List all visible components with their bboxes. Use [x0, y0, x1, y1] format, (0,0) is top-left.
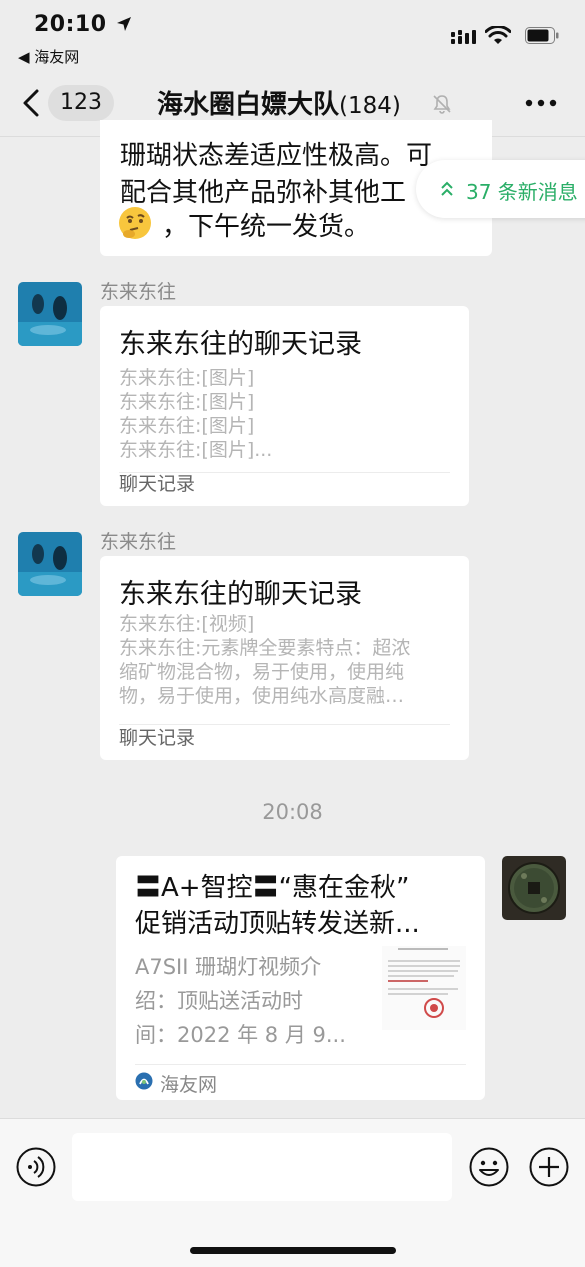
voice-input-icon[interactable] [16, 1147, 56, 1187]
status-time: 20:10 [34, 12, 133, 37]
chat-record-line: 东来东往:[图片] [119, 391, 255, 413]
status-bar: 20:10 ◀ 海友网 [0, 0, 585, 70]
chat-record-title: 东来东往的聊天记录 [119, 579, 362, 610]
double-chevron-up-icon [441, 181, 453, 196]
link-card-description: A7SII 珊瑚灯视频介 [135, 955, 322, 979]
chat-record-line: 东来东往:[图片] [119, 415, 255, 437]
chat-record-line: 物，易于使用，使用纯水高度融… [119, 685, 405, 707]
thinking-face-emoji-icon [118, 206, 152, 240]
message-composer [0, 1118, 585, 1267]
more-options-icon[interactable] [525, 98, 557, 108]
avatar[interactable] [18, 282, 82, 346]
chat-record-footer: 聊天记录 [119, 727, 196, 749]
link-card[interactable]: 〓A+智控〓“惠在金秋” 促销活动顶贴转发送新... A7SII 珊瑚灯视频介 … [116, 856, 485, 1100]
chat-record-line: 东来东往:[视频] [119, 613, 255, 635]
new-messages-label: 37 条新消息 [466, 180, 578, 204]
back-chevron-icon[interactable] [20, 88, 42, 118]
message-text-line: ，下午统一发货。 [162, 212, 371, 242]
chat-record-line: 东来东往:[图片]... [119, 439, 273, 461]
mute-bell-icon [433, 95, 451, 114]
source-logo-icon [135, 1072, 153, 1090]
divider [135, 1064, 466, 1065]
chat-record-title: 东来东往的聊天记录 [119, 329, 362, 360]
wifi-icon [485, 26, 511, 44]
chat-record-card[interactable]: 东来东往的聊天记录 东来东往:[视频] 东来东往:元素牌全要素特点：超浓 缩矿物… [100, 556, 469, 760]
chat-record-card[interactable]: 东来东往的聊天记录 东来东往:[图片] 东来东往:[图片] 东来东往:[图片] … [100, 306, 469, 506]
chat-record-footer: 聊天记录 [119, 473, 196, 495]
chat-record-line: 东来东往:[图片] [119, 367, 255, 389]
chat-record-line: 东来东往:元素牌全要素特点：超浓 [119, 637, 411, 659]
link-card-title: 促销活动顶贴转发送新... [135, 909, 420, 939]
chat-title: 海水圈白嫖大队(184) [157, 90, 401, 120]
sender-name: 东来东往 [100, 531, 177, 553]
sender-name: 东来东往 [100, 281, 177, 303]
avatar[interactable] [18, 532, 82, 596]
battery-icon [525, 27, 559, 44]
message-input[interactable] [72, 1133, 452, 1201]
link-card-description: 绍：顶贴送活动时 [135, 989, 303, 1013]
home-indicator [190, 1247, 396, 1254]
my-avatar[interactable] [502, 856, 566, 920]
link-card-description: 间：2022 年 8 月 9... [135, 1023, 346, 1047]
add-more-icon[interactable] [529, 1147, 569, 1187]
unread-count-badge[interactable]: 123 [48, 85, 114, 121]
chat-record-line: 缩矿物混合物，易于使用，使用纯 [119, 661, 405, 683]
emoji-icon[interactable] [469, 1147, 509, 1187]
link-card-thumbnail [382, 946, 466, 1030]
link-card-title: 〓A+智控〓“惠在金秋” [135, 873, 410, 903]
new-messages-button[interactable]: 37 条新消息 [416, 160, 585, 218]
back-to-app-link[interactable]: ◀ 海友网 [18, 46, 79, 67]
message-timestamp: 20:08 [262, 800, 323, 824]
link-card-source: 海友网 [160, 1074, 218, 1096]
location-arrow-icon [116, 17, 131, 31]
signal-icon [451, 30, 476, 44]
